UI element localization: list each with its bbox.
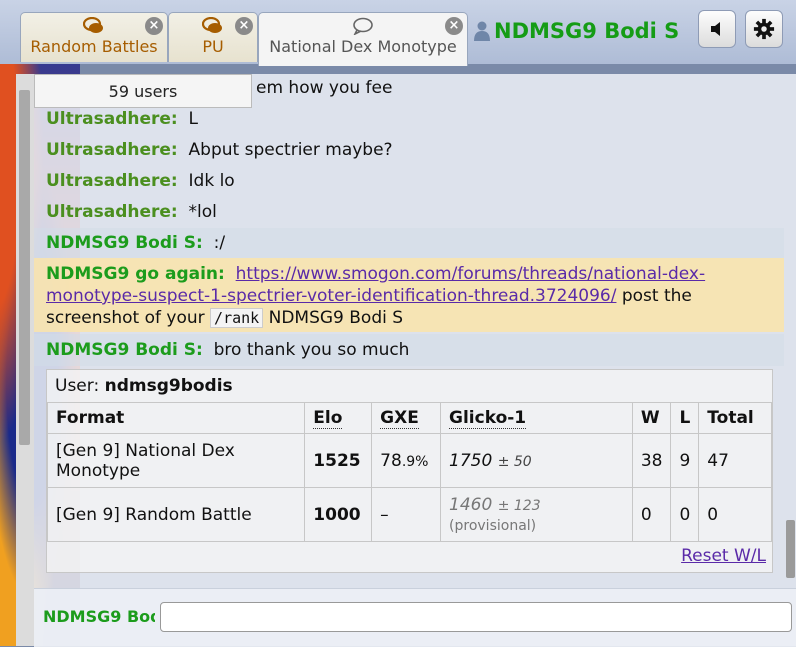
tab-label: PU [202, 37, 224, 56]
rank-card: User: ndmsg9bodis Format Elo GXE Glicko-… [46, 369, 773, 573]
chat-username[interactable]: NDMSG9 go again: [46, 264, 225, 284]
ladder-table: Format Elo GXE Glicko-1 W L Total [Gen 9… [46, 402, 772, 542]
command-code: /rank [210, 308, 264, 328]
close-icon[interactable]: × [145, 17, 163, 35]
losses-cell: 0 [670, 487, 700, 542]
chat-text: post the [616, 286, 692, 306]
chat-message: Ultrasadhere: *lol [46, 202, 217, 222]
column-header: GXE [371, 402, 442, 434]
chat-message: NDMSG9 Bodi S: bro thank you so much [46, 340, 409, 360]
column-header: W [631, 402, 672, 434]
tab-national-dex-monotype[interactable]: National Dex Monotype × [258, 12, 468, 66]
chat-username[interactable]: Ultrasadhere: [46, 171, 178, 191]
gxe-cell: 78.9% [371, 433, 442, 488]
thread-link[interactable]: monotype-suspect-1-spectrier-voter-ident… [46, 286, 616, 306]
tab-label: National Dex Monotype [269, 37, 457, 56]
wins-cell: 0 [631, 487, 672, 542]
chat-bubbles-icon [202, 17, 222, 33]
chat-input[interactable] [160, 602, 792, 632]
chat-text: :/ [213, 233, 226, 253]
scrollbar-thumb[interactable] [786, 520, 795, 578]
tab-random-battles[interactable]: Random Battles × [20, 12, 168, 62]
chat-input-bar: NDMSG9 Bodi S [34, 588, 796, 647]
tab-label: Random Battles [30, 37, 158, 56]
tab-pu[interactable]: PU × [168, 12, 258, 62]
chat-text: Abput spectrier maybe? [188, 140, 393, 160]
rank-user: User: ndmsg9bodis [55, 376, 233, 396]
glicko-cell: 1750 ± 50 [440, 433, 633, 488]
chat-text: em how you fee [256, 78, 393, 98]
tab-bar: Random Battles × PU × National Dex Monot… [0, 0, 796, 66]
reset-wl-link[interactable]: Reset W/L [681, 546, 766, 566]
username: NDMSG9 Bodi S [494, 19, 680, 43]
chat-text: screenshot of your [46, 308, 211, 328]
wins-cell: 38 [631, 433, 672, 488]
settings-button[interactable] [745, 10, 783, 48]
column-header: Glicko-1 [440, 402, 633, 434]
chat-message: Ultrasadhere: Abput spectrier maybe? [46, 140, 393, 160]
elo-cell: 1000 [304, 487, 373, 542]
chat-username[interactable]: NDMSG9 Bodi S: [46, 233, 203, 253]
table-header-row: Format Elo GXE Glicko-1 W L Total [46, 402, 772, 434]
chat-bubbles-icon [83, 17, 103, 33]
user-count-button[interactable]: 59 users [34, 74, 252, 108]
scrollbar-thumb[interactable] [19, 90, 30, 445]
format-cell: [Gen 9] Random Battle [46, 487, 306, 542]
chat-text: *lol [188, 202, 217, 222]
thread-link[interactable]: https://www.smogon.com/forums/threads/na… [236, 264, 706, 284]
chat-message: Ultrasadhere: Idk lo [46, 171, 235, 191]
gear-icon [753, 18, 775, 40]
glicko-cell: 1460 ± 123 (provisional) [440, 487, 633, 542]
chat-bubble-icon [353, 17, 373, 35]
user-icon [474, 21, 490, 41]
chat-username[interactable]: Ultrasadhere: [46, 140, 178, 160]
column-header: L [670, 402, 700, 434]
userlist-scrollbar[interactable] [16, 74, 34, 646]
chat-username[interactable]: Ultrasadhere: [46, 109, 178, 129]
chat-text: Idk lo [188, 171, 235, 191]
chat-message-continued: screenshot of your /rank NDMSG9 Bodi S [46, 308, 403, 328]
user-button[interactable]: NDMSG9 Bodi S [474, 14, 679, 48]
sound-button[interactable] [698, 10, 736, 48]
table-row: [Gen 9] Random Battle 1000 – 1460 ± 123(… [46, 487, 772, 542]
speaker-icon [711, 22, 720, 36]
user-value: ndmsg9bodis [104, 376, 233, 396]
chat-message: NDMSG9 go again: https://www.smogon.com/… [46, 264, 705, 284]
column-header: Format [46, 402, 306, 434]
chat-scrollbar[interactable] [784, 74, 796, 614]
elo-cell: 1525 [304, 433, 373, 488]
column-header: Elo [304, 402, 373, 434]
total-cell: 0 [698, 487, 772, 542]
user-label: User: [55, 376, 100, 396]
chat-text: bro thank you so much [213, 340, 410, 360]
chat-text: NDMSG9 Bodi S [263, 308, 404, 328]
column-header: Total [698, 402, 772, 434]
chat-message-continued: monotype-suspect-1-spectrier-voter-ident… [46, 286, 692, 306]
sender-name: NDMSG9 Bodi S [43, 607, 155, 626]
chat-message: Ultrasadhere: L [46, 109, 198, 129]
table-row: [Gen 9] National Dex Monotype 1525 78.9% … [46, 433, 772, 488]
losses-cell: 9 [670, 433, 700, 488]
chat-text: L [188, 109, 199, 129]
total-cell: 47 [698, 433, 772, 488]
chat-message: NDMSG9 Bodi S: :/ [46, 233, 225, 253]
close-icon[interactable]: × [445, 17, 463, 35]
gxe-cell: – [371, 487, 442, 542]
format-cell: [Gen 9] National Dex Monotype [46, 433, 306, 488]
close-icon[interactable]: × [235, 17, 253, 35]
chat-username[interactable]: NDMSG9 Bodi S: [46, 340, 203, 360]
chat-username[interactable]: Ultrasadhere: [46, 202, 178, 222]
